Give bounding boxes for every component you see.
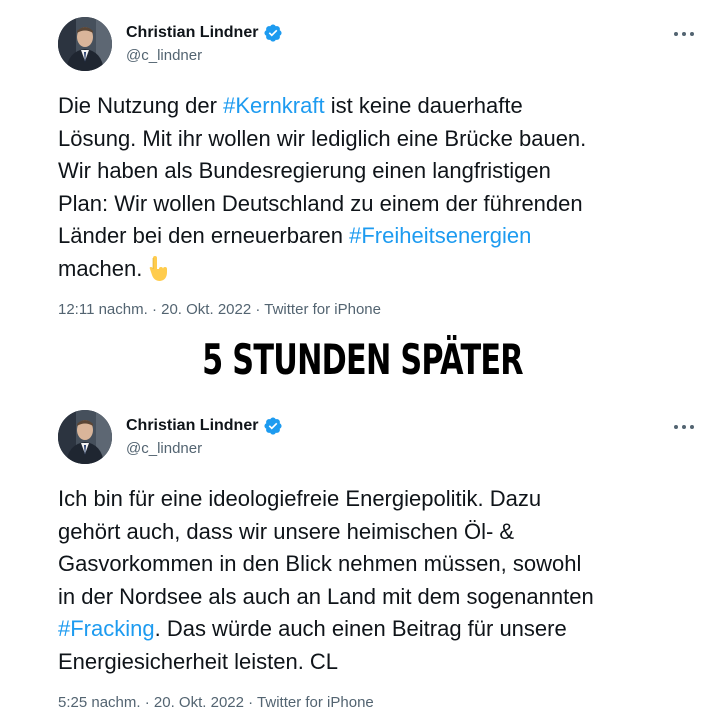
tweet-text-segment: Die Nutzung der xyxy=(58,93,224,118)
tweet-text-line: Plan: Wir wollen Deutschland zu einem de… xyxy=(58,188,708,221)
tweet-text-line: Energiesicherheit leisten. CL xyxy=(58,646,708,679)
verified-badge-icon xyxy=(264,417,282,435)
tweet-source[interactable]: Twitter for iPhone xyxy=(257,694,374,711)
tweet-text-segment: Gasvorkommen in den Blick nehmen müssen,… xyxy=(58,551,582,576)
tweet-text-segment: Lösung. Mit ihr wollen wir lediglich ein… xyxy=(58,125,587,151)
tweet-text-line: in der Nordsee als auch an Land mit dem … xyxy=(58,581,708,614)
tweet-text-segment: . Das würde auch einen Beitrag für unser… xyxy=(154,616,567,641)
tweet-meta: 5:25 nachm. · 20. Okt. 2022 · Twitter fo… xyxy=(58,694,374,711)
tweet-text-line: Gasvorkommen in den Blick nehmen müssen,… xyxy=(58,548,708,581)
tweet-text-line: Lösung. Mit ihr wollen wir lediglich ein… xyxy=(58,123,708,156)
tweet-text: Ich bin für eine ideologiefreie Energiep… xyxy=(58,483,708,678)
tweet-text-line: Ich bin für eine ideologiefreie Energiep… xyxy=(58,483,708,516)
tweet-text-line: machen. xyxy=(58,253,708,286)
avatar[interactable] xyxy=(58,17,112,71)
tweet-date[interactable]: 20. Okt. 2022 xyxy=(154,694,244,711)
more-horizontal-icon[interactable] xyxy=(672,24,696,44)
more-horizontal-icon[interactable] xyxy=(672,417,696,437)
tweet-text-segment: Ich bin für eine ideologiefreie Energiep… xyxy=(58,486,542,511)
tweet-text-line: Die Nutzung der #Kernkraft ist keine dau… xyxy=(58,90,708,123)
hashtag-link[interactable]: #Kernkraft xyxy=(223,93,325,118)
tweet-meta: 12:11 nachm. · 20. Okt. 2022 · Twitter f… xyxy=(58,301,381,318)
tweet-card-1[interactable]: Christian Lindner @c_lindner Die Nutzung… xyxy=(0,0,725,330)
pointing-down-hand-emoji xyxy=(146,255,170,282)
tweet-text-line: Wir haben als Bundesregierung einen lang… xyxy=(58,155,708,188)
tweet-text-segment: Länder bei den erneuerbaren xyxy=(58,223,350,248)
verified-badge-icon xyxy=(264,24,282,42)
separator-dot: · xyxy=(248,694,258,711)
avatar[interactable] xyxy=(58,410,112,464)
author-handle[interactable]: @c_lindner xyxy=(126,47,202,64)
separator-dot: · xyxy=(255,301,265,318)
tweet-text-line: #Fracking. Das würde auch einen Beitrag … xyxy=(58,613,708,646)
tweet-text-segment: in der Nordsee als auch an Land mit dem … xyxy=(58,583,594,609)
tweet-text-segment: Plan: Wir wollen Deutschland zu einem de… xyxy=(58,190,583,216)
separator-dot: · xyxy=(151,301,162,318)
tweet-card-2[interactable]: Christian Lindner @c_lindner Ich bin für… xyxy=(0,393,725,725)
tweet-text-segment: machen. xyxy=(58,255,143,281)
tweet-text-line: Länder bei den erneuerbaren #Freiheitsen… xyxy=(58,220,708,253)
tweet-date[interactable]: 20. Okt. 2022 xyxy=(161,301,251,318)
tweet-text: Die Nutzung der #Kernkraft ist keine dau… xyxy=(58,90,708,285)
author-name[interactable]: Christian Lindner xyxy=(126,24,258,42)
separator-dot: · xyxy=(144,694,154,711)
overlay-banner-text: 5 STUNDEN SPÄTER xyxy=(202,335,523,384)
tweet-text-segment: Wir haben als Bundesregierung einen lang… xyxy=(58,158,551,183)
author-handle[interactable]: @c_lindner xyxy=(126,440,202,457)
tweet-text-segment: ist keine dauerhafte xyxy=(324,93,523,118)
hashtag-link[interactable]: #Fracking xyxy=(58,616,155,641)
author-row: Christian Lindner xyxy=(126,415,283,437)
tweet-text-segment: gehört auch, dass wir unsere heimischen … xyxy=(58,518,515,544)
tweet-text-segment: Energiesicherheit leisten. CL xyxy=(58,648,339,674)
author-row: Christian Lindner xyxy=(126,22,283,44)
tweet-time[interactable]: 12:11 nachm. xyxy=(58,301,148,318)
hashtag-link[interactable]: #Freiheitsenergien xyxy=(349,223,531,248)
tweet-time[interactable]: 5:25 nachm. xyxy=(58,694,141,711)
tweet-source[interactable]: Twitter for iPhone xyxy=(264,301,381,318)
author-name[interactable]: Christian Lindner xyxy=(126,417,258,435)
tweet-text-line: gehört auch, dass wir unsere heimischen … xyxy=(58,516,708,549)
